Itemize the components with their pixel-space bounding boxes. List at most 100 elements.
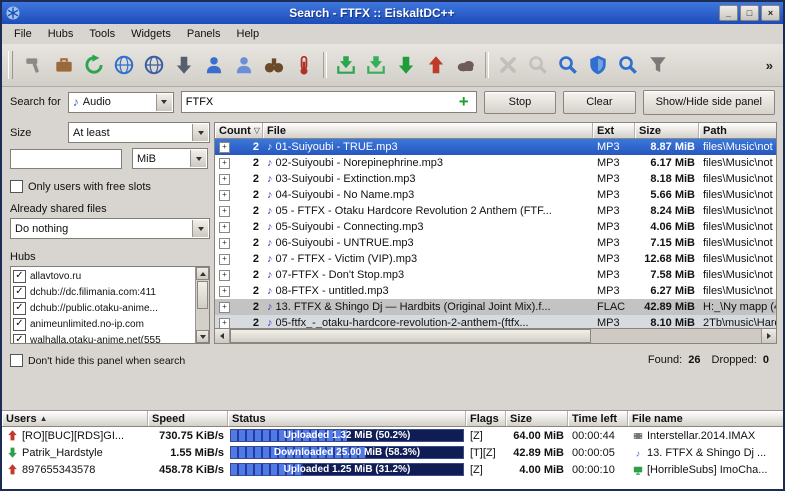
transfer-row[interactable]: [RO][BUC][RDS]GI... 730.75 KiB/s Uploaded … (2, 427, 783, 444)
column-flags[interactable]: Flags (466, 411, 506, 426)
shared-files-combo[interactable]: Do nothing (10, 218, 210, 239)
scrollbar-thumb[interactable] (197, 281, 208, 309)
size-unit-combo[interactable]: MiB (132, 148, 208, 169)
dont-hide-checkbox[interactable] (10, 354, 23, 367)
stop-button[interactable]: Stop (483, 90, 557, 114)
combo-arrow-button[interactable] (190, 150, 206, 167)
hub-item[interactable]: ✓ animeunlimited.no-ip.com (13, 316, 194, 332)
scroll-right-button[interactable] (761, 329, 776, 343)
hub-checkbox[interactable]: ✓ (13, 317, 26, 331)
adl-shield-icon[interactable] (583, 50, 613, 80)
toggle-side-panel-button[interactable]: Show/Hide side panel (642, 89, 775, 115)
column-users[interactable]: Users ▲ (2, 411, 148, 426)
size-mode-combo[interactable]: At least (68, 122, 210, 143)
reload-icon[interactable] (79, 50, 109, 80)
menu-widgets[interactable]: Widgets (123, 26, 179, 42)
users-icon[interactable] (229, 50, 259, 80)
dont-hide-option[interactable]: Don't hide this panel when search (10, 354, 210, 367)
hub-checkbox[interactable]: ✓ (13, 301, 26, 315)
close-button[interactable]: × (761, 5, 780, 21)
search-spy-icon[interactable] (553, 50, 583, 80)
result-row[interactable]: +2 ♪ 07-FTFX - Don't Stop.mp3 MP3 7.58 MiB fi… (215, 267, 776, 283)
expand-icon[interactable]: + (219, 269, 230, 281)
column-ext[interactable]: Ext (593, 123, 635, 138)
expand-icon[interactable]: + (219, 141, 230, 153)
hub-item[interactable]: ✓ allavtovo.ru (13, 268, 194, 284)
expand-icon[interactable]: + (219, 205, 230, 217)
titlebar[interactable]: Search - FTFX :: EiskaltDC++ _ □ × (2, 2, 783, 24)
connect-icon[interactable] (49, 50, 79, 80)
search-binoculars-icon[interactable] (259, 50, 289, 80)
free-slots-checkbox[interactable] (10, 180, 23, 193)
expand-icon[interactable]: + (219, 221, 230, 233)
favorite-users-icon[interactable] (199, 50, 229, 80)
toolbar-overflow-button[interactable]: » (760, 58, 779, 73)
clear-button[interactable]: Clear (563, 90, 636, 114)
results-hscrollbar[interactable] (214, 329, 777, 344)
settings-hammer-icon[interactable] (19, 50, 49, 80)
menu-help[interactable]: Help (229, 26, 268, 42)
expand-icon[interactable]: + (219, 301, 230, 313)
result-row[interactable]: +2 ♪ 03-Suiyoubi - Extinction.mp3 MP3 8.18 M… (215, 171, 776, 187)
search-input[interactable] (181, 96, 452, 108)
download-queue-icon[interactable] (169, 50, 199, 80)
hub-checkbox[interactable]: ✓ (13, 333, 26, 343)
hub-checkbox[interactable]: ✓ (13, 269, 26, 283)
result-row[interactable]: +2 ♪ 07 - FTFX - Victim (VIP).mp3 MP3 12.68 … (215, 251, 776, 267)
expand-icon[interactable]: + (219, 253, 230, 265)
transfer-row[interactable]: 897655343578 458.78 KiB/s Uploaded 1.25 Mi… (2, 461, 783, 478)
hub-cloud-icon[interactable] (451, 50, 481, 80)
expand-icon[interactable]: + (219, 189, 230, 201)
minimize-button[interactable]: _ (719, 5, 738, 21)
menu-panels[interactable]: Panels (179, 26, 229, 42)
column-path[interactable]: Path (699, 123, 776, 138)
scroll-left-button[interactable] (215, 329, 230, 343)
transfer-row[interactable]: Patrik_Hardstyle 1.55 MiB/s Downloaded 25.… (2, 444, 783, 461)
quick-search-icon[interactable] (613, 50, 643, 80)
menu-tools[interactable]: Tools (81, 26, 123, 42)
result-row[interactable]: +2 ♪ 08-FTFX - untitled.mp3 MP3 6.27 MiB file… (215, 283, 776, 299)
menu-hubs[interactable]: Hubs (40, 26, 82, 42)
hub-item[interactable]: ✓ dchub://dc.filimania.com:411 (13, 284, 194, 300)
result-row[interactable]: +2 ♪ 04-Suiyoubi - No Name.mp3 MP3 5.66 MiB f… (215, 187, 776, 203)
result-row[interactable]: +2 ♪ 05 - FTFX - Otaku Hardcore Revolution… (215, 203, 776, 219)
menu-file[interactable]: File (6, 26, 40, 42)
hub-checkbox[interactable]: ✓ (13, 285, 26, 299)
result-row[interactable]: +2 ♪ 02-Suiyoubi - Norepinephrine.mp3 MP3 6.… (215, 155, 776, 171)
add-search-button[interactable]: + (452, 92, 476, 112)
spy-gauge-icon[interactable] (289, 50, 319, 80)
search-type-combo[interactable]: ♪ Audio (67, 91, 174, 113)
public-hubs-globe-icon[interactable] (139, 50, 169, 80)
column-size[interactable]: Size (506, 411, 568, 426)
hub-list-scrollbar[interactable] (195, 267, 209, 343)
size-value-input[interactable] (10, 148, 122, 169)
toolbar-drag-handle[interactable] (8, 51, 13, 79)
column-file[interactable]: File (263, 123, 593, 138)
result-row[interactable]: +2 ♪ 05-Suiyoubi - Connecting.mp3 MP3 4.06 M… (215, 219, 776, 235)
download-arrow-icon[interactable] (391, 50, 421, 80)
column-size[interactable]: Size (635, 123, 699, 138)
result-row[interactable]: +2 ♪ 13. FTFX & Shingo Dj — Hardbits (Orig… (215, 299, 776, 315)
scroll-up-button[interactable] (196, 267, 209, 280)
expand-icon[interactable]: + (219, 173, 230, 185)
hub-item[interactable]: ✓ dchub://public.otaku-anime... (13, 300, 194, 316)
maximize-button[interactable]: □ (740, 5, 759, 21)
hub-item[interactable]: ✓ walhalla.otaku-anime.net(555 (13, 332, 194, 343)
scroll-down-button[interactable] (196, 330, 209, 343)
column-status[interactable]: Status (228, 411, 466, 426)
column-file-name[interactable]: File name (628, 411, 783, 426)
expand-icon[interactable]: + (219, 317, 230, 328)
scrollbar-track[interactable] (230, 329, 761, 343)
scrollbar-track[interactable] (196, 310, 209, 330)
finished-downloads-icon[interactable] (331, 50, 361, 80)
column-speed[interactable]: Speed (148, 411, 228, 426)
combo-arrow-button[interactable] (192, 220, 208, 237)
combo-arrow-button[interactable] (155, 93, 172, 111)
column-count[interactable]: Count ▽ (215, 123, 263, 138)
finished-uploads-icon[interactable] (361, 50, 391, 80)
scrollbar-thumb[interactable] (230, 329, 592, 343)
column-time-left[interactable]: Time left (568, 411, 628, 426)
combo-arrow-button[interactable] (192, 124, 208, 141)
result-row[interactable]: +2 ♪ 01-Suiyoubi - TRUE.mp3 MP3 8.87 MiB file… (215, 139, 776, 155)
expand-icon[interactable]: + (219, 237, 230, 249)
